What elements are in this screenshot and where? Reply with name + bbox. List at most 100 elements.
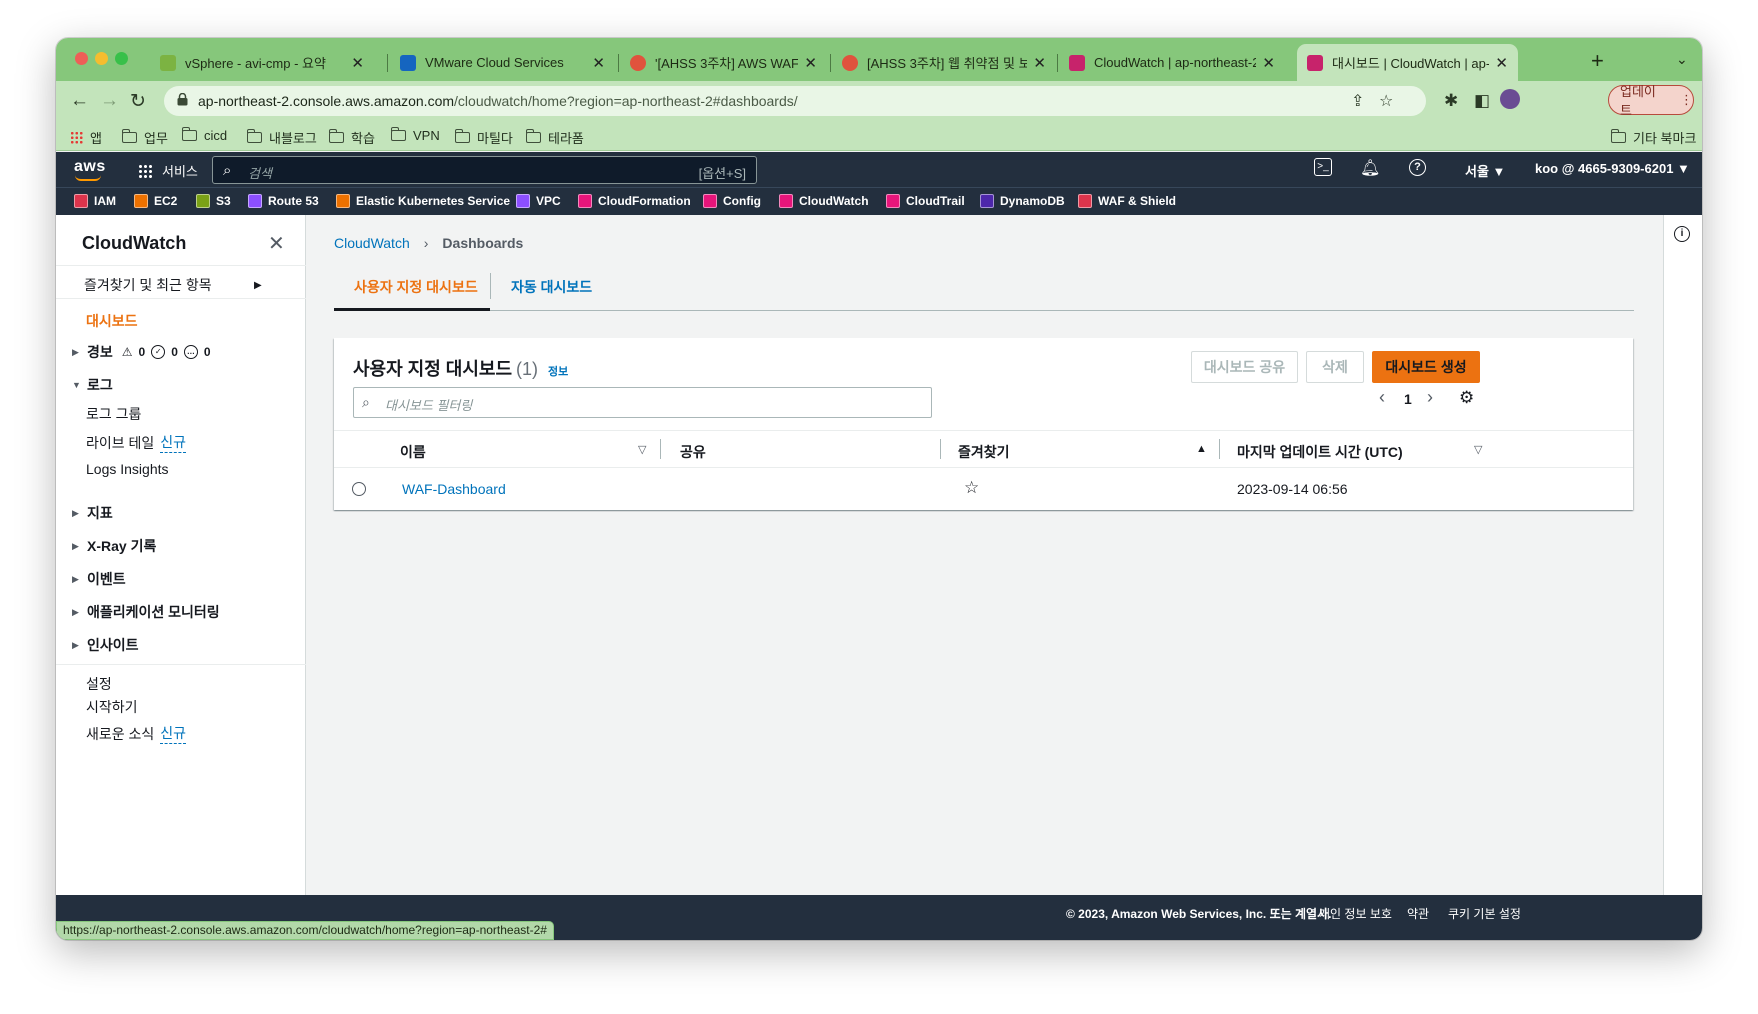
bookmark-folder[interactable]: 학습 <box>328 128 375 147</box>
fav-cloudwatch[interactable]: CloudWatch <box>779 194 869 208</box>
fav-ec2[interactable]: EC2 <box>134 194 177 208</box>
browser-tab-cloudwatch[interactable]: CloudWatch | ap-northeast-2 ✕ <box>1059 44 1285 81</box>
browser-tab-vmware[interactable]: VMware Cloud Services ✕ <box>390 44 615 81</box>
share-icon[interactable]: ⇪ <box>1351 91 1364 111</box>
close-tab-icon[interactable]: ✕ <box>1262 54 1275 72</box>
breadcrumb-cloudwatch-link[interactable]: CloudWatch <box>334 235 410 251</box>
sidebar-item-settings[interactable]: 설정 <box>86 674 112 694</box>
fav-eks[interactable]: Elastic Kubernetes Service <box>336 194 510 208</box>
fav-cloudtrail[interactable]: CloudTrail <box>886 194 965 208</box>
row-select-radio[interactable] <box>352 482 366 496</box>
sidebar-item-events[interactable]: ▶ 이벤트 <box>72 569 126 589</box>
favorite-star-icon[interactable]: ☆ <box>964 478 979 498</box>
sort-up-icon[interactable]: ▲ <box>1196 443 1207 455</box>
dashboard-filter-input[interactable]: ⌕ 대시보드 필터링 <box>353 387 932 418</box>
close-tab-icon[interactable]: ✕ <box>1033 54 1046 72</box>
close-tab-icon[interactable]: ✕ <box>1495 54 1508 72</box>
bookmark-folder[interactable]: cicd <box>181 127 227 143</box>
next-page-icon[interactable]: › <box>1427 387 1433 408</box>
sidebar-item-logs-insights[interactable]: Logs Insights <box>86 461 169 477</box>
sidebar-item-metrics[interactable]: ▶ 지표 <box>72 503 113 523</box>
search-icon: ⌕ <box>223 162 232 179</box>
sidebar-item-xray[interactable]: ▶ X-Ray 기록 <box>72 536 156 556</box>
back-arrow-icon[interactable]: ← <box>70 90 89 112</box>
sidebar-item-log-groups[interactable]: 로그 그룹 <box>86 404 141 424</box>
sidebar-item-alarms[interactable]: ▶ 경보 ⚠ 0 ✓ 0 … 0 <box>72 342 211 362</box>
bookmark-folder[interactable]: 마틸다 <box>454 128 513 147</box>
bookmark-folder[interactable]: VPN <box>390 127 440 143</box>
preferences-gear-icon[interactable]: ⚙ <box>1459 388 1474 408</box>
extensions-puzzle-icon[interactable]: ✱ <box>1444 91 1458 111</box>
dashboard-name-link[interactable]: WAF-Dashboard <box>402 481 506 497</box>
sidenav-favorites-recent[interactable]: 즐겨찾기 및 최근 항목 ▶ <box>84 275 274 295</box>
fav-dynamodb[interactable]: DynamoDB <box>980 194 1065 208</box>
fav-route53[interactable]: Route 53 <box>248 194 319 208</box>
bookmark-star-icon[interactable]: ☆ <box>1379 91 1393 111</box>
sidebar-item-insights[interactable]: ▶ 인사이트 <box>72 635 139 655</box>
fav-cloudformation[interactable]: CloudFormation <box>578 194 691 208</box>
minimize-window-button[interactable] <box>95 52 108 65</box>
new-tab-button[interactable]: + <box>1591 48 1604 74</box>
close-tab-icon[interactable]: ✕ <box>804 54 817 72</box>
zoom-window-button[interactable] <box>115 52 128 65</box>
sidebar-item-live-tail[interactable]: 라이브 테일 신규 <box>86 432 187 453</box>
update-button[interactable]: 업데이트 ⋮ <box>1608 84 1694 118</box>
account-menu[interactable]: koo @ 4665-9309-6201 ▼ <box>1535 161 1690 176</box>
previous-page-icon[interactable]: ‹ <box>1379 387 1385 408</box>
other-bookmarks[interactable]: 기타 북마크 <box>1610 128 1696 147</box>
terms-link[interactable]: 약관 <box>1407 905 1429 922</box>
sidebar-item-dashboards[interactable]: 대시보드 <box>86 311 138 331</box>
share-dashboard-button[interactable]: 대시보드 공유 <box>1191 351 1298 383</box>
create-dashboard-button[interactable]: 대시보드 생성 <box>1372 351 1480 383</box>
cloudshell-icon[interactable]: >_ <box>1314 158 1332 176</box>
help-icon[interactable]: ? <box>1409 159 1426 176</box>
sidebar-item-getting-started[interactable]: 시작하기 <box>86 697 138 717</box>
bookmark-folder[interactable]: 업무 <box>121 128 168 147</box>
bookmark-folder[interactable]: 내블로그 <box>246 128 317 147</box>
bookmark-folder[interactable]: 테라폼 <box>525 128 584 147</box>
aws-search-input[interactable]: ⌕ 검색 [옵션+S] <box>212 156 757 184</box>
profile-avatar-icon[interactable] <box>1500 89 1520 109</box>
privacy-link[interactable]: 개인 정보 보호 <box>1319 905 1392 922</box>
column-name[interactable]: 이름 <box>400 442 426 462</box>
sidebar-item-whats-new[interactable]: 새로운 소식 신규 <box>86 723 187 744</box>
sort-down-icon[interactable]: ▽ <box>1474 443 1482 456</box>
sidebar-item-logs[interactable]: ▼ 로그 <box>72 375 113 395</box>
column-last-updated[interactable]: 마지막 업데이트 시간 (UTC) <box>1237 442 1403 462</box>
close-window-button[interactable] <box>75 52 88 65</box>
fav-vpc[interactable]: VPC <box>516 194 561 208</box>
close-tab-icon[interactable]: ✕ <box>351 54 364 72</box>
browser-tab-ahss-web[interactable]: [AHSS 3주차] 웹 취약점 및 보안 ✕ <box>832 44 1056 81</box>
address-url: ap-northeast-2.console.aws.amazon.com/cl… <box>198 93 798 109</box>
fav-config[interactable]: Config <box>703 194 761 208</box>
tab-automatic-dashboards[interactable]: 자동 대시보드 <box>511 277 592 297</box>
fav-waf-shield[interactable]: WAF & Shield <box>1078 194 1176 208</box>
bookmark-apps[interactable]: 앱 <box>70 128 102 147</box>
forward-arrow-icon[interactable]: → <box>100 90 119 112</box>
notifications-bell-icon[interactable]: 🔔︎ <box>1360 158 1380 178</box>
column-favorite[interactable]: 즐겨찾기 <box>958 442 1010 462</box>
tab-custom-dashboards[interactable]: 사용자 지정 대시보드 <box>354 277 478 297</box>
services-menu-button[interactable]: 서비스 <box>138 161 198 180</box>
info-icon[interactable]: i <box>1674 226 1690 242</box>
fav-s3[interactable]: S3 <box>196 194 231 208</box>
region-selector[interactable]: 서울 ▼ <box>1465 161 1505 180</box>
sort-down-icon[interactable]: ▽ <box>638 443 646 456</box>
tab-search-chevron-icon[interactable]: ⌄ <box>1676 51 1688 68</box>
close-tab-icon[interactable]: ✕ <box>592 54 605 72</box>
info-link[interactable]: 정보 <box>548 366 568 378</box>
aws-logo[interactable]: aws <box>74 158 106 181</box>
browser-tab-dashboards-active[interactable]: 대시보드 | CloudWatch | ap-northeast-2 ✕ <box>1297 44 1518 81</box>
sidebar-item-app-monitoring[interactable]: ▶ 애플리케이션 모니터링 <box>72 602 220 622</box>
address-bar[interactable]: ap-northeast-2.console.aws.amazon.com/cl… <box>164 86 1426 116</box>
delete-button[interactable]: 삭제 <box>1306 351 1364 383</box>
reload-icon[interactable]: ↻ <box>130 90 146 113</box>
column-shared[interactable]: 공유 <box>680 442 706 462</box>
side-panel-icon[interactable]: ◧ <box>1474 91 1490 111</box>
browser-tab-vsphere[interactable]: vSphere - avi-cmp - 요약 ✕ <box>150 44 374 81</box>
page-number[interactable]: 1 <box>1404 391 1412 407</box>
close-icon[interactable]: ✕ <box>268 231 285 256</box>
cookie-preferences-link[interactable]: 쿠키 기본 설정 <box>1448 905 1521 922</box>
fav-iam[interactable]: IAM <box>74 194 116 208</box>
browser-tab-ahss-edit[interactable]: '[AHSS 3주차] AWS WAF' 수정하기 ✕ <box>620 44 827 81</box>
